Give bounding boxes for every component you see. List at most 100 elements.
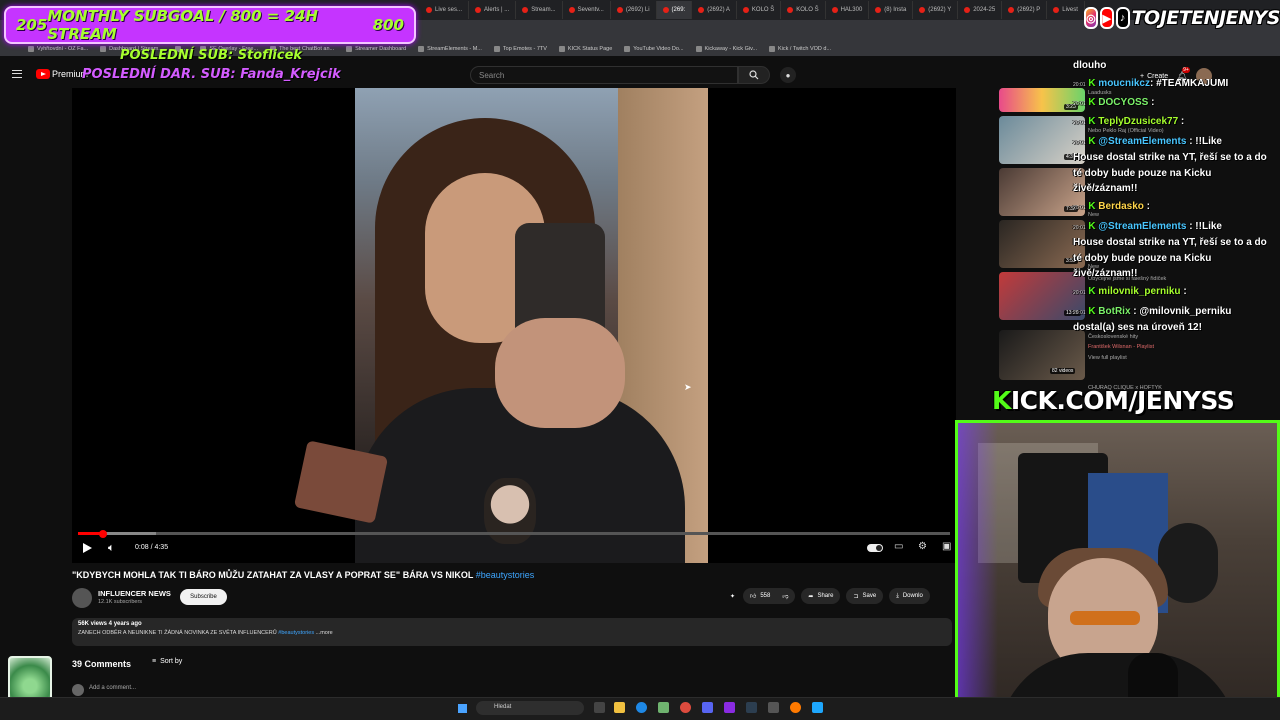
bookmark-item[interactable]: Top Emotes - 7TV	[493, 46, 547, 52]
bookmark-item[interactable]: Streamer Dashboard	[346, 46, 406, 52]
chat-text: živě/záznam!!	[1073, 268, 1138, 279]
browser-tab[interactable]: 2024-25	[958, 1, 1003, 19]
add-comment-input[interactable]: Add a comment...	[89, 685, 136, 691]
bookmark-item[interactable]: Kickaway - Kick Giv...	[695, 46, 757, 52]
progress-scrubber[interactable]	[99, 529, 108, 538]
description-more[interactable]: ...more	[316, 630, 333, 636]
search-button[interactable]	[738, 66, 770, 84]
download-icon: ⤓	[896, 592, 899, 599]
bookmark-label: YouTube Video Do...	[633, 46, 684, 52]
like-button[interactable]: 👍︎ 558 👎︎	[743, 588, 796, 604]
social-handle: TOJETENJENYS	[1131, 7, 1280, 29]
subtitles-icon[interactable]: ▭	[894, 541, 903, 552]
browser-icon[interactable]	[790, 702, 801, 713]
chat-message: 20:01 K @StreamElements : !!Like	[1073, 221, 1222, 232]
task-view-icon[interactable]	[594, 702, 605, 713]
description-hashtag[interactable]: #beautystories	[278, 630, 314, 636]
kick-url-banner: KICK.COM/JENYSS	[992, 386, 1235, 415]
chat-username: milovnik_perniku	[1098, 286, 1181, 297]
subgoal-target: 800	[372, 16, 404, 34]
chat-timestamp: 20:01	[1073, 310, 1086, 316]
share-button[interactable]: ➦ Share	[801, 588, 841, 604]
browser-tab[interactable]: (8) Insta	[869, 1, 914, 19]
browser-tab[interactable]: Alerts | ...	[469, 1, 517, 19]
browser-tab[interactable]: KOLO Š	[781, 1, 826, 19]
autoplay-toggle[interactable]	[867, 544, 883, 552]
channel-avatar[interactable]	[72, 588, 92, 608]
tab-label: Seventv...	[577, 7, 604, 13]
app-icon[interactable]	[724, 702, 735, 713]
subscribe-button[interactable]: Subscribe	[180, 589, 227, 605]
voice-search-button[interactable]: ●	[780, 67, 796, 83]
youtube-logo-icon[interactable]	[36, 69, 50, 79]
browser-tab[interactable]: HAL300	[826, 1, 870, 19]
search-input[interactable]: Search	[470, 66, 738, 84]
kick-url-prefix: K	[992, 386, 1011, 415]
play-icon[interactable]	[83, 543, 92, 553]
chat-username: DOCYOSS	[1098, 97, 1149, 108]
miniplayer-icon[interactable]: ▣	[942, 541, 951, 552]
discord-icon[interactable]	[702, 702, 713, 713]
bookmark-item[interactable]: Kick / Twitch VOD d...	[769, 46, 831, 52]
kick-badge-icon: K	[1085, 97, 1099, 108]
save-label: Save	[862, 593, 877, 599]
bookmark-label: StreamElements - M...	[427, 46, 482, 52]
settings-gear-icon[interactable]: ⚙	[918, 541, 927, 552]
chat-text: té doby bude pouze na Kicku	[1073, 168, 1212, 179]
browser-tab[interactable]: Live ses...	[420, 1, 470, 19]
chrome-icon[interactable]	[680, 702, 691, 713]
bookmark-favicon-icon	[493, 46, 500, 52]
channel-name[interactable]: INFLUENCER NEWS	[98, 589, 171, 598]
progress-bar[interactable]	[78, 529, 950, 538]
obs-icon[interactable]	[746, 702, 757, 713]
chat-message: 20:01 K TeplyDzusicek77 :	[1073, 116, 1184, 127]
taskbar-search[interactable]: Hledat	[476, 701, 584, 715]
socials-banner: ◎ ▶ ♪ TOJETENJENYS	[1084, 4, 1280, 32]
chat-message: dostal(a) ses na úroveň 12!	[1073, 322, 1202, 333]
menu-icon[interactable]	[12, 70, 22, 78]
tab-label: Alerts | ...	[484, 7, 510, 13]
bookmark-item[interactable]: Vyhřtovdní - OZ Fa...	[28, 46, 88, 52]
chat-username: moucnikcz	[1098, 78, 1150, 89]
channel-subscribers: 12.1K subscribers	[98, 599, 143, 605]
bookmark-item[interactable]: YouTube Video Do...	[624, 46, 684, 52]
webcam-glasses	[1070, 611, 1140, 625]
tab-favicon-icon	[1053, 7, 1060, 13]
browser-tab[interactable]: Stream...	[516, 1, 563, 19]
browser-tab[interactable]: (2692) A	[692, 1, 737, 19]
chat-text: dostal(a) ses na úroveň 12!	[1073, 322, 1202, 333]
kick-badge-icon: K	[1085, 201, 1099, 212]
chat-timestamp: 20:01	[1073, 120, 1086, 126]
streamer-webcam	[955, 420, 1280, 720]
browser-tab[interactable]: (2692) Li	[611, 1, 657, 19]
save-button[interactable]: ⊐ Save	[846, 588, 884, 604]
sparkle-icon[interactable]: ✦	[728, 588, 737, 604]
video-title-text: "KDYBYCH MOHLA TAK TI BÁRO MŮŽU ZATAHAT …	[72, 570, 474, 580]
browser-tab[interactable]: Seventv...	[563, 1, 611, 19]
rec-meta-extra-2[interactable]: View full playlist	[1088, 355, 1127, 361]
bookmark-item[interactable]: KICK Status Page	[558, 46, 612, 52]
tab-favicon-icon	[522, 7, 529, 13]
store-icon[interactable]	[658, 702, 669, 713]
bookmark-item[interactable]: StreamElements - M...	[418, 46, 482, 52]
video-title-hashtag[interactable]: #beautystories	[476, 570, 535, 580]
browser-tab[interactable]: (2692) P	[1002, 1, 1048, 19]
volume-icon[interactable]: 🔈︎	[108, 542, 115, 555]
chat-message: 20:01 K @StreamElements : !!Like	[1073, 136, 1222, 147]
browser-tab[interactable]: (2692) Y	[913, 1, 959, 19]
description-box[interactable]: 56K views 4 years ago ZANECH ODBĚR A NEU…	[72, 618, 952, 646]
browser-tab[interactable]: KOLO Š	[737, 1, 782, 19]
browser-tab[interactable]: (269:	[656, 1, 693, 19]
edge-icon[interactable]	[636, 702, 647, 713]
download-button[interactable]: ⤓ Downlo	[889, 588, 930, 604]
file-explorer-icon[interactable]	[614, 702, 625, 713]
bookmark-favicon-icon	[769, 46, 775, 52]
steam-icon[interactable]	[768, 702, 779, 713]
notepad-icon[interactable]	[812, 702, 823, 713]
instagram-icon: ◎	[1084, 7, 1098, 29]
browser-tab[interactable]: Livest	[1047, 1, 1085, 19]
thumbs-down-icon[interactable]: 👎︎	[782, 592, 788, 600]
sort-by-button[interactable]: ≡ Sort by	[152, 658, 182, 665]
windows-start-icon[interactable]	[457, 703, 467, 713]
chat-timestamp: 20:01	[1073, 82, 1086, 88]
